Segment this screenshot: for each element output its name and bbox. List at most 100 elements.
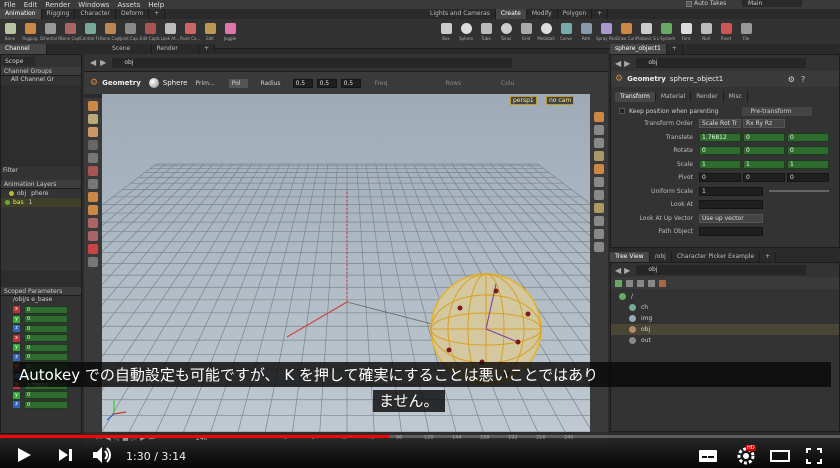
shelf-add-icon-right[interactable]: + [592,9,609,19]
anim-layer-row[interactable]: bas 1 [1,198,81,207]
context-gear-icon[interactable]: ⚙ [90,78,98,88]
param-value-field[interactable]: 0 [743,146,785,156]
uniform-scale-slider[interactable] [769,190,829,193]
autokey-toggle[interactable] [686,1,692,7]
render-icon[interactable] [594,203,604,213]
scoped-param-value[interactable]: 0 [24,343,68,352]
magnet-icon[interactable] [88,205,98,215]
snap-tool-icon[interactable] [88,192,98,202]
scoped-param-value[interactable]: 0 [24,353,68,362]
scoped-param-value[interactable]: 0 [24,315,68,324]
param-value-field[interactable]: 0 [787,173,829,183]
param-path-field[interactable]: obj [636,58,807,68]
pose-tool-icon[interactable] [88,166,98,176]
param-tab-transform[interactable]: Transform [615,92,656,102]
tree-expand-icon[interactable] [637,279,644,287]
menu-windows[interactable]: Windows [78,1,109,9]
layer-lock-icon[interactable] [5,200,10,205]
menu-edit[interactable]: Edit [24,1,38,9]
radius-z-field[interactable]: 0.5 [340,78,361,88]
brush-tool-icon[interactable] [88,231,98,241]
menu-help[interactable]: Help [148,1,164,9]
tree-item[interactable]: / [611,291,839,302]
scoped-param-value[interactable]: 0 [24,305,68,314]
keep-pos-select[interactable]: Pre-transform [742,106,812,116]
param-value-field[interactable]: 1 [699,186,763,196]
tree-collapse-icon[interactable] [626,279,633,287]
param-settings-icon[interactable]: ⚙ [788,75,795,84]
menu-render[interactable]: Render [45,1,70,9]
tool-tube[interactable]: Tube [476,20,496,48]
tree-item[interactable]: out [611,335,839,346]
scoped-param-row[interactable]: x0 [1,305,81,315]
scoped-param-row[interactable]: y0 [1,343,81,353]
tree-sort-icon[interactable] [648,279,655,287]
layer-visible-icon[interactable] [9,191,14,196]
play-icon[interactable] [16,447,32,463]
param-value-field[interactable]: 0 [743,132,785,142]
camera-icon[interactable] [594,177,604,187]
wire-icon[interactable] [594,138,604,148]
param-value-field[interactable]: 1 [787,159,829,169]
param-value-field[interactable]: 0 [787,132,829,142]
param-value-field[interactable]: 1 [743,159,785,169]
tool-metaball[interactable]: Metaball [536,20,556,48]
tree-back-icon[interactable]: ◀ [615,266,621,275]
fullscreen-icon[interactable] [806,448,822,464]
scoped-param-row[interactable]: y0 [1,315,81,325]
param-value-field[interactable]: 0 [787,146,829,156]
scoped-param-row[interactable]: z0 [1,324,81,334]
param-node-name[interactable]: sphere_object1 [670,75,780,83]
shelf-tab-create[interactable]: Create [495,9,527,19]
tool-joggle[interactable]: Joggle [220,20,240,48]
prim-type-select[interactable]: Pol [228,78,249,88]
param-value-field[interactable] [699,227,763,237]
menu-file[interactable]: File [4,1,16,9]
param-value-field[interactable]: Rx Ry Rz [743,119,785,129]
scoped-param-row[interactable]: x0 [1,334,81,344]
shelf-tab-character[interactable]: Character [75,9,116,19]
forward-icon[interactable]: ▶ [100,58,106,67]
lights-icon[interactable] [594,164,604,174]
shelf-tab-lights[interactable]: Lights and Cameras [425,9,496,19]
param-value-field[interactable]: 0 [743,173,785,183]
tab-character-picker[interactable]: Character Picker Example [672,252,761,262]
next-icon[interactable] [58,448,74,462]
tree-path-field[interactable]: obj [636,265,807,275]
tree-item[interactable]: img [611,313,839,324]
tool-curve[interactable]: Curve [556,20,576,48]
param-value-field[interactable]: Scale Rot Tr [699,119,741,129]
handle-tool-icon[interactable] [88,153,98,163]
tab-obj[interactable]: /obj [650,252,672,262]
tab-scene-view[interactable]: Scene View [107,44,152,62]
tab-add-tree-icon[interactable]: + [760,252,777,262]
scoped-param-row[interactable]: z0 [1,400,81,410]
param-value-field[interactable]: 1.76812 [699,132,741,142]
tab-render-view[interactable]: Render View [152,44,199,62]
scoped-param-value[interactable]: 0 [24,324,68,333]
camera-menu[interactable]: no cam [546,96,575,105]
shelf-add-icon[interactable]: + [149,9,166,19]
ghost-icon[interactable] [594,125,604,135]
scope-select[interactable]: Scope [3,56,36,66]
tree-item[interactable]: ch [611,302,839,313]
tool-sphere[interactable]: Sphere [456,20,476,48]
tab-sphere-object[interactable]: sphere_object1 [610,44,667,54]
shelf-tab-polygon[interactable]: Polygon [558,9,593,19]
grid-toggle-icon[interactable] [594,216,604,226]
persp-camera-menu[interactable]: persp1 [510,96,537,105]
shelf-tab-animation[interactable]: Animation [0,9,42,19]
param-value-field[interactable]: 1 [699,159,741,169]
tab-channel-list[interactable]: Channel List [0,44,47,62]
timeline-tool-icon[interactable] [88,257,98,267]
tree-item[interactable]: obj [611,324,839,335]
theater-mode-icon[interactable] [770,450,790,462]
scoped-param-row[interactable]: z0 [1,353,81,363]
view-tool-icon[interactable] [88,179,98,189]
tool-torus[interactable]: Torus [496,20,516,48]
snapshot-icon[interactable] [594,190,604,200]
all-channels-item[interactable]: All Channel Gr [1,76,81,85]
shade-icon[interactable] [594,151,604,161]
param-gear-icon[interactable]: ⚙ [615,74,623,84]
shelf-tab-modify[interactable]: Modify [527,9,558,19]
